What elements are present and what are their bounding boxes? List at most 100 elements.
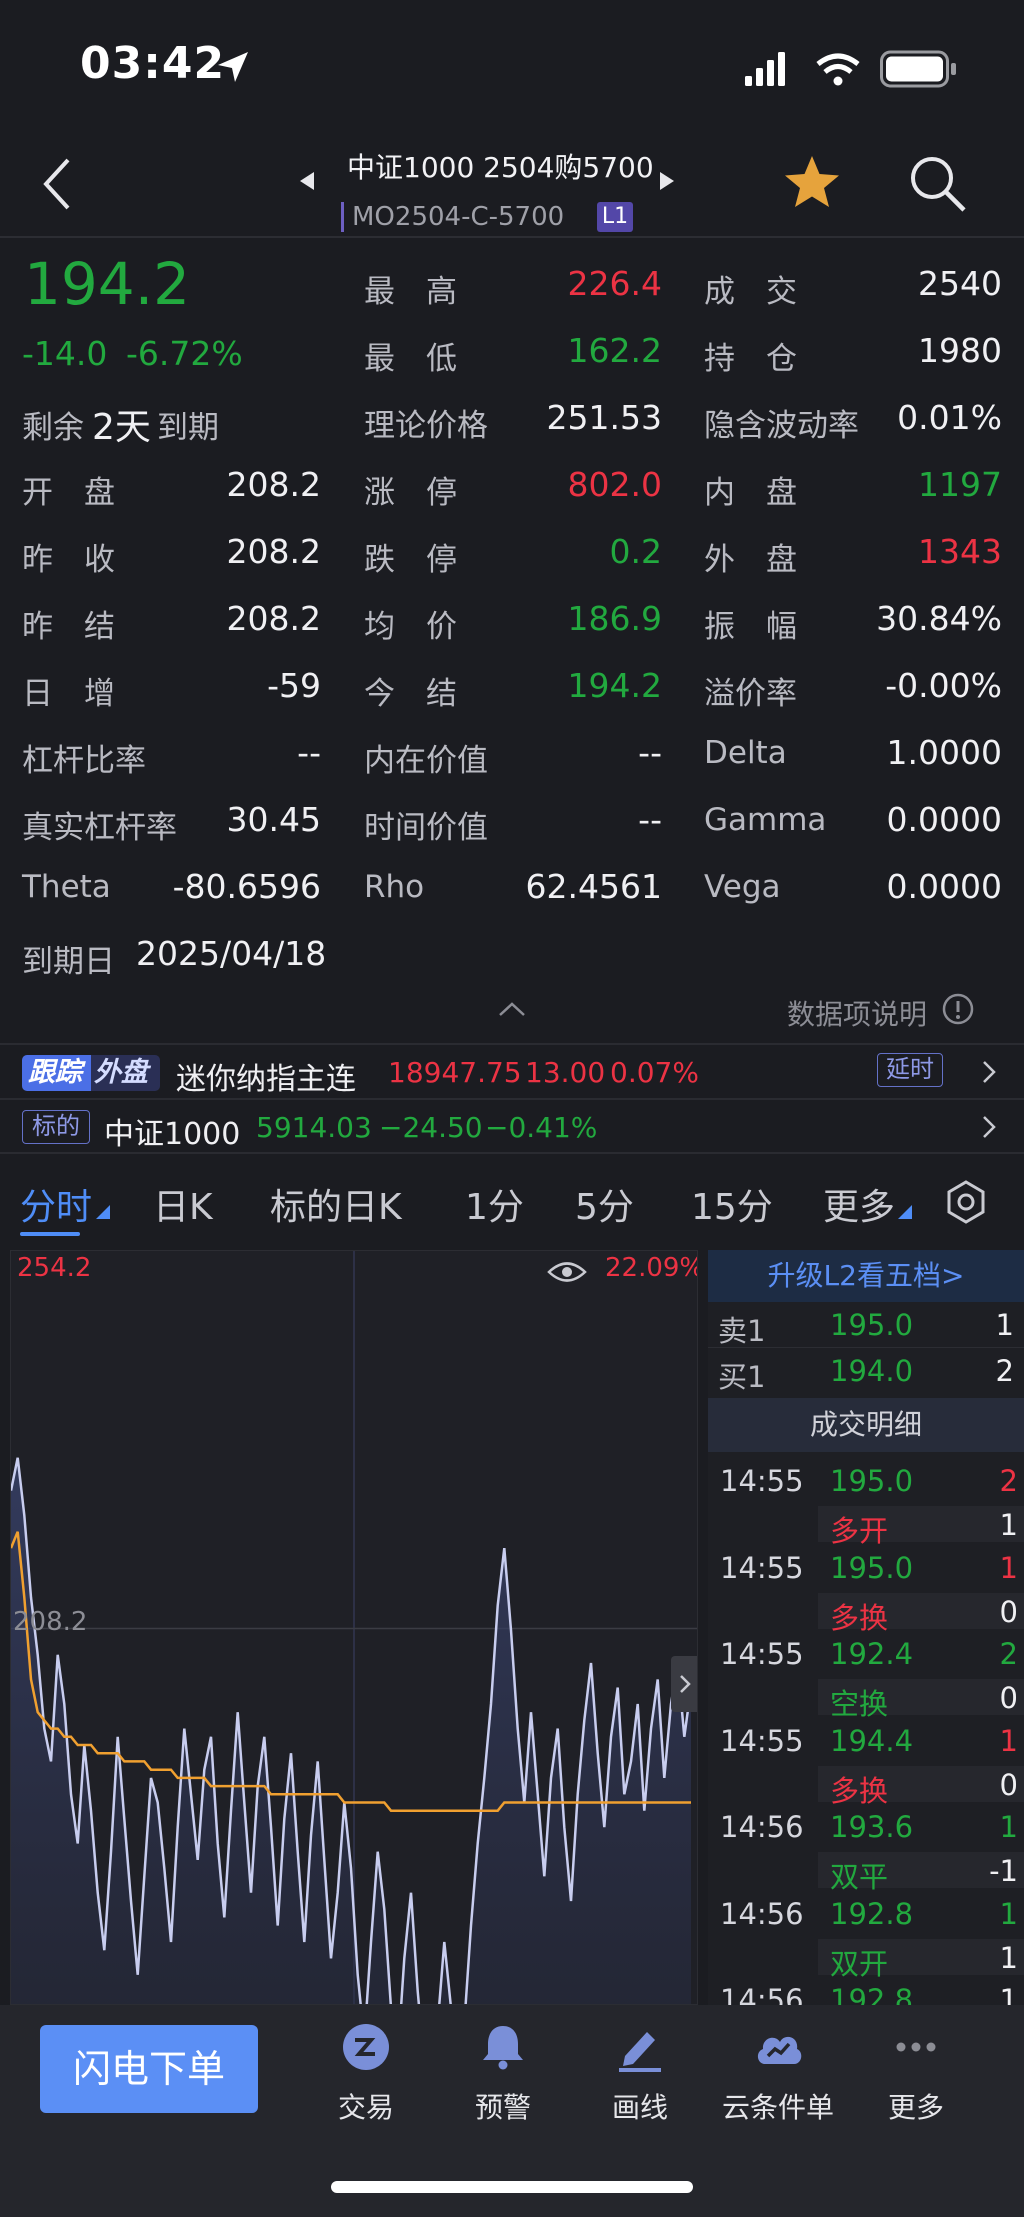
flash-order-button[interactable]: 闪电下单	[40, 2025, 258, 2113]
next-contract-arrow-icon[interactable]	[658, 170, 676, 192]
open-label: 开 盘	[22, 475, 115, 511]
search-icon[interactable]	[908, 154, 968, 214]
trade-detail-title: 成交明细	[708, 1398, 1024, 1452]
tracking-name[interactable]: 迷你纳指主连	[176, 1054, 356, 1098]
tab-15min[interactable]: 15分	[691, 1178, 773, 1230]
back-chevron-icon[interactable]	[40, 156, 74, 212]
more-dots-icon	[896, 2042, 936, 2052]
trade-volume: 2	[999, 1637, 1018, 1671]
prev-settle-label: 昨 结	[22, 609, 115, 645]
bid-volume: 2	[995, 1354, 1014, 1388]
trade-volume: 1	[999, 1810, 1018, 1844]
nav-more-label: 更多	[887, 2091, 944, 2124]
tracking-change-pct: 0.07%	[610, 1056, 699, 1089]
high-label: 最 高	[364, 274, 457, 310]
data-note-link[interactable]: 数据项说明	[787, 993, 927, 1033]
expiry-date-value: 2025/04/18	[136, 934, 327, 973]
underlying-chevron-icon[interactable]	[982, 1115, 996, 1139]
intraday-chart-svg	[11, 1251, 697, 2004]
contract-title: 中证1000 2504购5700	[347, 151, 654, 184]
tracking-badge-a: 跟踪	[28, 1057, 82, 1088]
intraday-chart[interactable]: 254.2 208.2 22.09%	[10, 1250, 698, 2005]
amplitude-value: 30.84%	[876, 599, 1002, 638]
tab-underlying-daily-k[interactable]: 标的日K	[270, 1178, 402, 1230]
nav-cloud-order-label: 云条件单	[721, 2091, 834, 2124]
trade-price: 195.0	[830, 1464, 914, 1498]
trade-row: 14:56 193.6 1 双平 -1	[708, 1808, 1024, 1894]
trade-row: 14:55 195.0 2 多开 1	[708, 1462, 1024, 1548]
chart-settings-icon[interactable]	[943, 1179, 989, 1225]
divider	[0, 1098, 1024, 1100]
favorite-star-icon[interactable]	[783, 154, 841, 210]
collapse-chevron-icon[interactable]	[497, 1000, 527, 1018]
nav-alert[interactable]: 预警	[443, 2022, 563, 2126]
underlying-badge: 标的	[22, 1110, 90, 1144]
divider	[0, 1043, 1024, 1045]
tab-intraday[interactable]: 分时	[20, 1178, 92, 1230]
trade-row: 14:55 192.4 2 空换 0	[708, 1635, 1024, 1721]
limit-up-value: 802.0	[567, 465, 662, 504]
nav-trade[interactable]: 交易	[306, 2022, 426, 2126]
contract-code: MO2504-C-5700	[352, 202, 565, 232]
upgrade-l2-link[interactable]: 升级L2看五档>	[708, 1250, 1024, 1302]
remaining-days: 2天	[92, 407, 151, 448]
tab-5min[interactable]: 5分	[575, 1178, 634, 1230]
rho-label: Rho	[364, 869, 425, 905]
limit-up-label: 涨 停	[364, 475, 457, 511]
nav-more[interactable]: 更多	[856, 2022, 976, 2126]
nav-draw[interactable]: 画线	[580, 2022, 700, 2126]
trade-row: 14:56 192.8 1	[708, 1981, 1024, 2005]
gamma-value: 0.0000	[886, 800, 1002, 839]
ask-price: 195.0	[830, 1308, 914, 1342]
underlying-price: 5914.03	[256, 1111, 372, 1144]
trade-time: 14:56	[720, 1896, 804, 1931]
outer-volume-label: 外 盘	[704, 542, 797, 578]
vega-label: Vega	[704, 869, 781, 905]
bid-price: 194.0	[830, 1354, 914, 1388]
rho-value: 62.4561	[525, 867, 662, 906]
pen-draw-icon	[619, 2032, 661, 2072]
bid-row: 买1 194.0 2	[708, 1350, 1024, 1394]
trade-price: 192.8	[830, 1896, 914, 1931]
bell-icon	[483, 2026, 523, 2070]
trade-row: 14:56 192.8 1 双开 1	[708, 1895, 1024, 1981]
settlement-value: 194.2	[567, 666, 662, 705]
outer-volume-value: 1343	[918, 532, 1002, 571]
underlying-name[interactable]: 中证1000	[104, 1109, 240, 1153]
contract-code-marker	[341, 202, 344, 232]
tracking-chevron-icon[interactable]	[982, 1060, 996, 1084]
battery-icon	[880, 50, 956, 88]
trade-price: 194.4	[830, 1723, 914, 1758]
implied-vol-value: 0.01%	[897, 398, 1002, 437]
prev-contract-arrow-icon[interactable]	[298, 170, 316, 192]
trade-time: 14:55	[720, 1464, 804, 1498]
chart-expand-chevron-icon	[680, 1675, 691, 1693]
bid-label: 买1	[718, 1360, 766, 1394]
tab-daily-k[interactable]: 日K	[153, 1178, 213, 1230]
last-price: 194.2	[24, 250, 191, 318]
info-icon[interactable]	[941, 992, 975, 1026]
underlying-change: −24.50	[379, 1111, 483, 1144]
eye-icon[interactable]	[547, 1259, 587, 1285]
trade-price: 193.6	[830, 1810, 914, 1844]
tab-more[interactable]: 更多	[823, 1178, 895, 1230]
prev-close-label: 昨 收	[22, 542, 115, 578]
avg-price-value: 186.9	[567, 599, 662, 638]
nav-cloud-order[interactable]: 云条件单	[718, 2022, 838, 2126]
trade-oi-change: 0	[999, 1594, 1018, 1629]
avg-price-label: 均 价	[364, 609, 457, 645]
time-value-label: 时间价值	[364, 810, 488, 846]
trade-time: 14:55	[720, 1550, 804, 1585]
tab-1min[interactable]: 1分	[465, 1178, 524, 1230]
volume-label: 成 交	[704, 274, 797, 310]
trade-time: 14:55	[720, 1637, 804, 1671]
nav-trade-label: 交易	[337, 2091, 394, 2124]
open-interest-label: 持 仓	[704, 341, 797, 377]
volume-value: 2540	[918, 264, 1002, 303]
trade-volume: 1	[999, 1983, 1018, 2005]
trade-volume: 1	[999, 1896, 1018, 1931]
chart-expand-handle[interactable]	[671, 1656, 697, 1712]
prev-settle-value: 208.2	[226, 599, 321, 638]
trade-row: 14:55 194.4 1 多换 0	[708, 1722, 1024, 1808]
trade-type: 空换	[830, 1687, 889, 1721]
